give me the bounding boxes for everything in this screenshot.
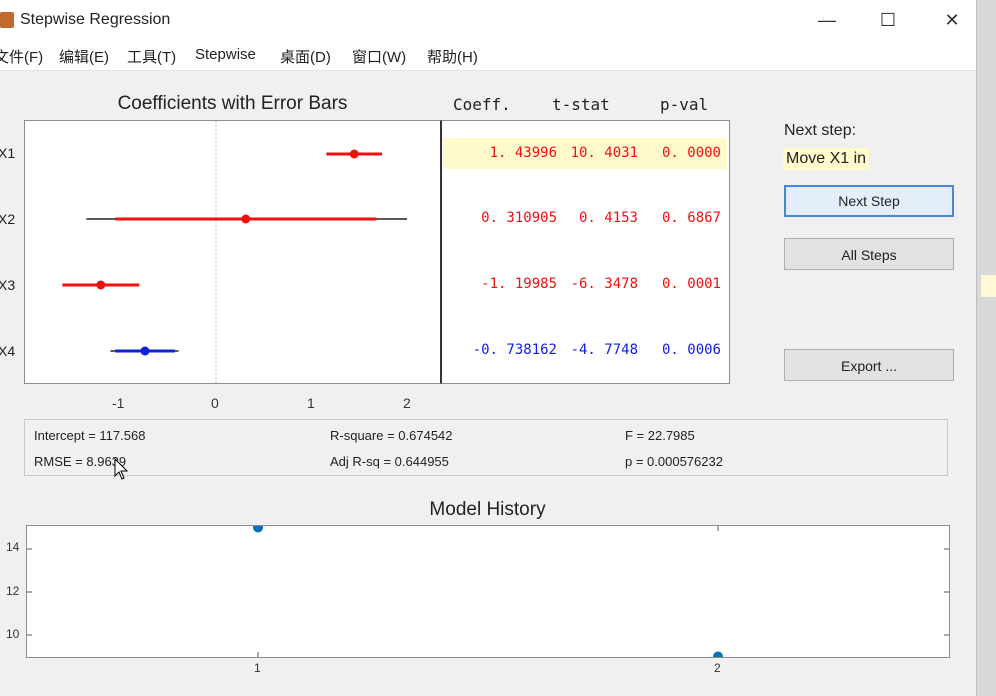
menu-file[interactable]: 文件(F) — [0, 46, 43, 67]
all-steps-button[interactable]: All Steps — [784, 238, 954, 270]
header-coeff: Coeff. — [453, 95, 511, 114]
matlab-app-icon — [0, 12, 14, 28]
statistics-panel: Intercept = 117.568 RMSE = 8.9639 R-squa… — [24, 419, 948, 476]
coeff-value[interactable]: 0. 310905 — [481, 210, 557, 226]
menu-tools[interactable]: 工具(T) — [127, 46, 176, 67]
next-step-label: Next step: — [784, 122, 857, 139]
tstat-value[interactable]: -6. 3478 — [571, 276, 638, 292]
coef-row-label-x4: X4 — [0, 343, 16, 359]
stat-f: F = 22.7985 — [625, 428, 695, 443]
coeff-value[interactable]: -0. 738162 — [473, 342, 557, 358]
next-step-value: Move X1 in — [783, 148, 870, 170]
history-point — [253, 526, 263, 533]
stat-rsquare: R-square = 0.674542 — [330, 428, 453, 443]
coef-x-tick: 0 — [211, 395, 219, 411]
minimize-button[interactable]: — — [807, 6, 847, 34]
background-highlight-strip — [981, 275, 996, 297]
history-point — [713, 651, 723, 657]
close-button[interactable]: ✕ — [932, 6, 972, 34]
coeff-value[interactable]: -1. 19985 — [481, 276, 557, 292]
tstat-value[interactable]: 0. 4153 — [579, 210, 638, 226]
pval-value[interactable]: 0. 6867 — [662, 210, 721, 226]
coeff-value[interactable]: 1. 43996 — [490, 145, 557, 161]
pval-value[interactable]: 0. 0000 — [662, 145, 721, 161]
coef-plot-title: Coefficients with Error Bars — [117, 93, 348, 114]
history-y-tick: 10 — [6, 627, 20, 641]
history-x-tick: 2 — [714, 661, 721, 675]
window-titlebar: Stepwise Regression — ☐ ✕ — [0, 0, 976, 40]
coef-point-x4 — [140, 346, 150, 356]
history-y-tick: 14 — [6, 540, 20, 554]
coef-row-label-x1: X1 — [0, 145, 16, 161]
coef-row-label-x2: X2 — [0, 211, 16, 227]
next-step-button[interactable]: Next Step — [784, 185, 954, 217]
menu-help[interactable]: 帮助(H) — [427, 46, 478, 67]
pval-value[interactable]: 0. 0001 — [662, 276, 721, 292]
tstat-value[interactable]: 10. 4031 — [571, 145, 638, 161]
header-tstat: t-stat — [552, 95, 610, 114]
export-button[interactable]: Export ... — [784, 349, 954, 381]
history-plot-title: Model History — [429, 499, 546, 520]
menu-bar: 文件(F) 编辑(E) 工具(T) Stepwise 桌面(D) 窗口(W) 帮… — [0, 40, 976, 71]
menu-edit[interactable]: 编辑(E) — [59, 46, 109, 67]
mouse-cursor-icon — [114, 458, 129, 480]
history-plot-svg — [27, 526, 949, 657]
coef-point-x3 — [96, 280, 106, 290]
menu-desktop[interactable]: 桌面(D) — [280, 46, 331, 67]
menu-window[interactable]: 窗口(W) — [352, 46, 406, 67]
coef-point-x1 — [349, 149, 359, 159]
window-title: Stepwise Regression — [20, 11, 171, 28]
history-plot-area[interactable] — [26, 525, 950, 658]
stat-rmse: RMSE = 8.9639 — [34, 454, 127, 469]
coef-x-tick: -1 — [112, 395, 125, 411]
stat-adj-rsq: Adj R-sq = 0.644955 — [330, 454, 449, 469]
coef-row-label-x3: X3 — [0, 277, 16, 293]
pval-value[interactable]: 0. 0006 — [662, 342, 721, 358]
coef-table: 1. 43996 10. 4031 0. 0000 0. 310905 0. 4… — [440, 120, 730, 384]
maximize-button[interactable]: ☐ — [868, 6, 908, 34]
coef-x-tick: 2 — [403, 395, 411, 411]
history-y-tick: 12 — [6, 584, 20, 598]
tstat-value[interactable]: -4. 7748 — [571, 342, 638, 358]
menu-stepwise[interactable]: Stepwise — [195, 46, 256, 63]
header-pval: p-val — [660, 95, 709, 114]
history-x-tick: 1 — [254, 661, 261, 675]
coef-plot-area[interactable] — [24, 120, 442, 384]
coef-x-tick: 1 — [307, 395, 315, 411]
stat-p: p = 0.000576232 — [625, 454, 723, 469]
coef-point-x2 — [241, 214, 251, 224]
coef-plot-svg — [62, 121, 408, 383]
background-window-edge — [976, 0, 996, 696]
stat-intercept: Intercept = 117.568 — [34, 428, 146, 443]
